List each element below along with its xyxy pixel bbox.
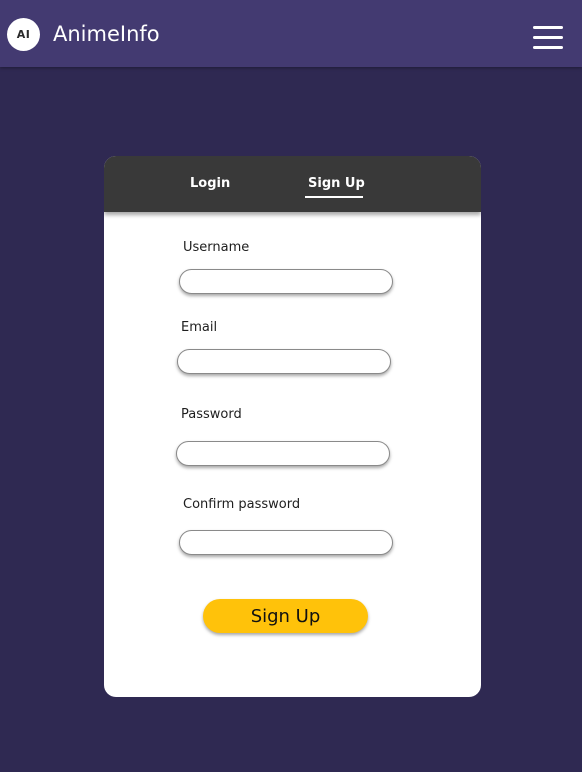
sign-up-button[interactable]: Sign Up [203, 599, 368, 633]
tab-sign-up[interactable]: Sign Up [308, 176, 365, 191]
confirm-password-field[interactable] [179, 530, 393, 555]
top-navigation-bar: AI AnimeInfo [0, 0, 582, 67]
email-label: Email [181, 320, 218, 335]
confirm-password-label: Confirm password [183, 497, 301, 512]
password-field[interactable] [176, 441, 390, 466]
hamburger-menu-icon[interactable] [531, 23, 565, 53]
username-field[interactable] [179, 269, 393, 294]
app-title[interactable]: AnimeInfo [53, 20, 160, 48]
auth-tab-bar: Login Sign Up [104, 156, 481, 212]
active-tab-underline [305, 196, 363, 198]
username-label: Username [183, 240, 250, 255]
email-field[interactable] [177, 349, 391, 374]
password-label: Password [181, 407, 242, 422]
signup-card: Login Sign Up Username Email Password Co… [104, 156, 481, 697]
app-logo[interactable]: AI [7, 18, 40, 51]
tab-login[interactable]: Login [190, 176, 230, 191]
